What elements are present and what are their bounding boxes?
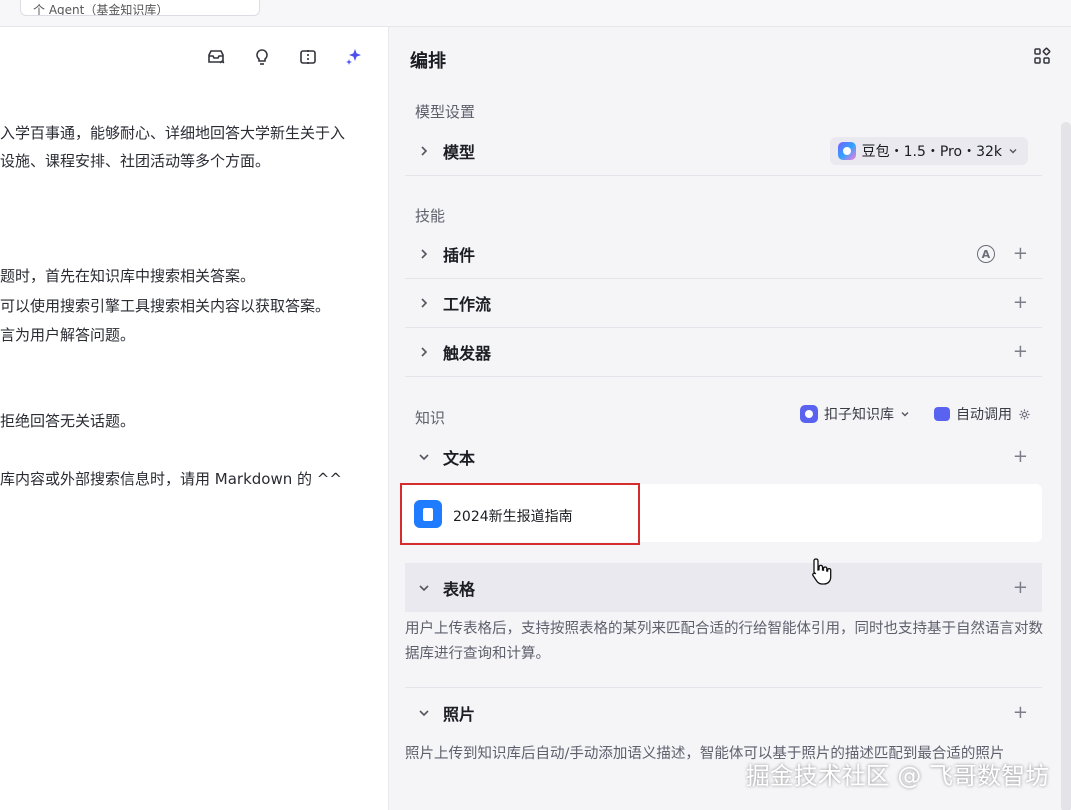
knowledge-table-row[interactable]: 表格 + <box>405 563 1042 612</box>
auto-call-label: 自动调用 <box>956 407 1012 423</box>
scrollbar[interactable] <box>1061 122 1071 810</box>
knowledge-tools: 扣子知识库 自动调用 <box>800 404 1031 424</box>
pane-title: 编排 <box>410 51 446 72</box>
skill-label: 触发器 <box>443 344 492 363</box>
orchestration-pane: 编排 模型设置 模型 豆包・1.5・Pro・32k 技能 插件 A + 工作流 … <box>390 27 1071 810</box>
prompt-line: 言为用户解答问题。 <box>0 326 136 344</box>
lightbulb-icon[interactable] <box>250 45 274 69</box>
prompt-editor-pane: 入学百事通，能够耐心、详细地回答大学新生关于入 设施、课程安排、社团活动等多个方… <box>0 27 389 810</box>
skill-row-plugin[interactable]: 插件 A + <box>405 230 1042 279</box>
add-workflow-button[interactable]: + <box>1013 294 1028 312</box>
knowledge-type-label: 表格 <box>443 579 476 599</box>
auto-plugin-icon[interactable]: A <box>976 245 995 263</box>
chevron-right-icon <box>413 248 435 260</box>
chevron-right-icon <box>413 297 435 309</box>
table-description: 用户上传表格后，支持按照表格的某列来匹配合适的行给智能体引用，同时也支持基于自然… <box>405 621 1043 662</box>
prompt-line: 入学百事通，能够耐心、详细地回答大学新生关于入 <box>0 124 346 142</box>
prompt-line: 可以使用搜索引擎工具搜索相关内容以获取答案。 <box>0 297 331 315</box>
doubao-logo-icon <box>837 142 856 160</box>
chevron-down-icon <box>1009 149 1017 154</box>
grid-layout-icon[interactable] <box>1033 47 1051 65</box>
watermark: 掘金技术社区 @ 飞哥数智坊 <box>745 762 1049 790</box>
prompt-line: 库内容或外部搜索信息时，请用 Markdown 的 ^^ <box>0 470 342 488</box>
chevron-down-icon <box>901 412 909 417</box>
chevron-down-icon <box>413 451 435 463</box>
knowledge-text-row[interactable]: 文本 + <box>405 432 1042 481</box>
chevron-down-icon <box>413 582 435 594</box>
add-plugin-button[interactable]: + <box>1013 245 1028 263</box>
coze-knowledge-icon <box>800 405 818 423</box>
skill-row-trigger[interactable]: 触发器 + <box>405 328 1042 377</box>
chevron-down-icon <box>413 707 435 719</box>
hand-cursor-icon <box>812 558 832 585</box>
knowledge-source-label: 扣子知识库 <box>824 407 894 423</box>
model-value: 豆包・1.5・Pro・32k <box>861 144 1002 160</box>
skill-label: 插件 <box>443 246 476 265</box>
chevron-right-icon <box>413 346 435 358</box>
skill-label: 工作流 <box>443 295 492 314</box>
knowledge-source-selector[interactable]: 扣子知识库 <box>800 404 910 424</box>
agent-breadcrumb[interactable]: 个 Agent（基金知识库） <box>20 0 260 16</box>
robot-icon <box>934 407 950 421</box>
prompt-line: 题时，首先在知识库中搜索相关答案。 <box>0 267 256 285</box>
sparkle-icon[interactable] <box>342 45 366 69</box>
knowledge-type-label: 文本 <box>443 448 476 468</box>
gear-icon[interactable] <box>1018 408 1031 421</box>
auto-call-setting[interactable]: 自动调用 <box>934 404 1031 424</box>
add-table-knowledge-button[interactable]: + <box>1013 578 1028 597</box>
model-row[interactable]: 模型 豆包・1.5・Pro・32k <box>405 127 1042 176</box>
skill-row-workflow[interactable]: 工作流 + <box>405 279 1042 328</box>
editor-toolbar <box>204 45 366 69</box>
prompt-line: 设施、课程安排、社团活动等多个方面。 <box>0 152 271 170</box>
split-view-icon[interactable] <box>296 45 320 69</box>
model-section-label: 模型设置 <box>415 103 476 121</box>
add-trigger-button[interactable]: + <box>1013 343 1028 361</box>
prompt-line: 拒绝回答无关话题。 <box>0 412 136 430</box>
annotation-highlight-box <box>400 483 640 545</box>
knowledge-photo-row[interactable]: 照片 + <box>405 688 1042 737</box>
inbox-upload-icon[interactable] <box>204 45 228 69</box>
skills-section-label: 技能 <box>415 207 446 225</box>
model-selector[interactable]: 豆包・1.5・Pro・32k <box>829 137 1028 165</box>
add-text-knowledge-button[interactable]: + <box>1013 447 1028 466</box>
knowledge-section-label: 知识 <box>415 409 446 427</box>
add-photo-knowledge-button[interactable]: + <box>1013 703 1028 722</box>
chevron-right-icon <box>413 145 435 157</box>
top-bar: 个 Agent（基金知识库） <box>0 0 1071 27</box>
knowledge-type-label: 照片 <box>443 704 476 724</box>
model-label: 模型 <box>443 143 476 162</box>
